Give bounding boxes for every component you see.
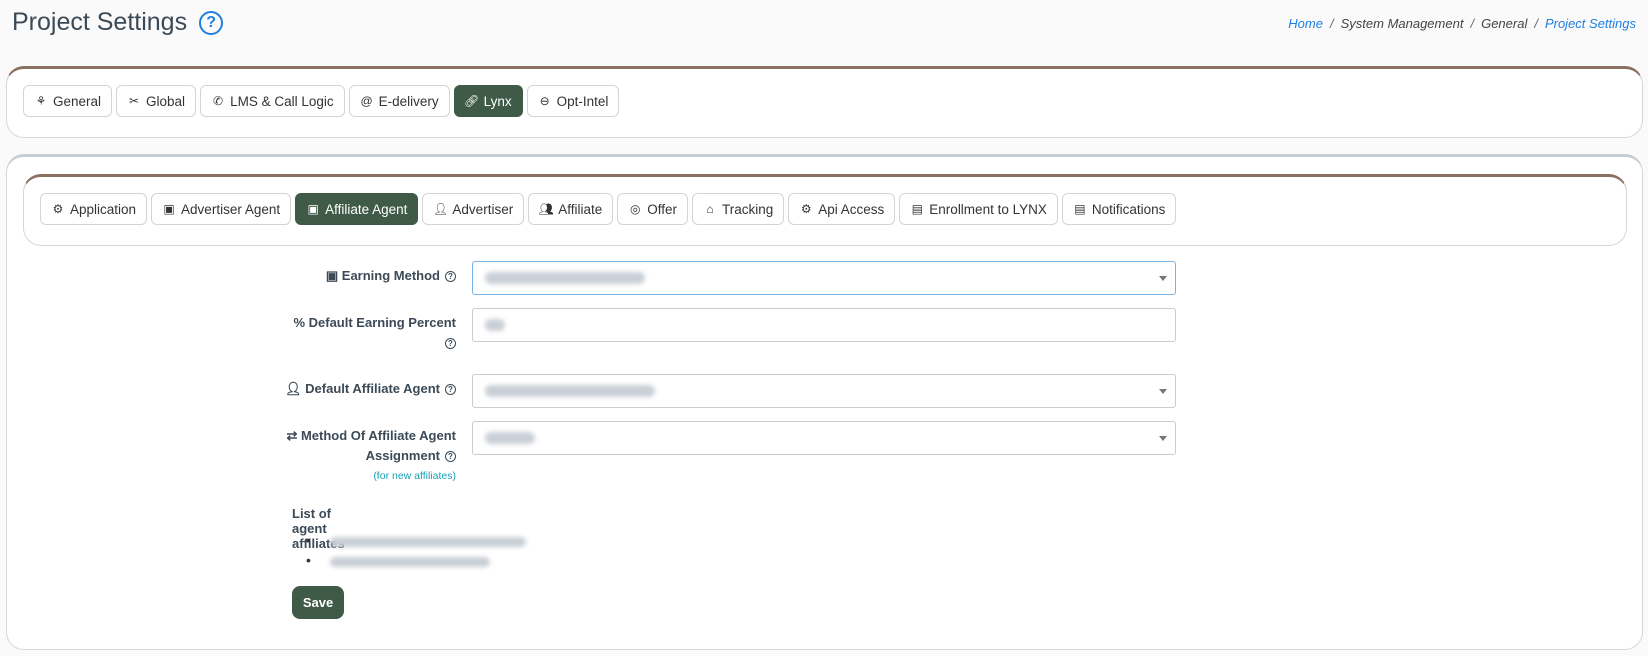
tab-lms-call-logic[interactable]: ✆ LMS & Call Logic bbox=[200, 85, 345, 117]
document-icon: ▤ bbox=[911, 202, 923, 216]
chevron-down-icon bbox=[1159, 436, 1167, 441]
tools-icon: ✂ bbox=[129, 94, 140, 108]
default-earning-percent-input[interactable] bbox=[472, 308, 1176, 342]
help-icon[interactable]: ? bbox=[445, 384, 456, 396]
tab-notifications[interactable]: ▤ Notifications bbox=[1061, 193, 1177, 225]
breadcrumb-general[interactable]: General bbox=[1481, 16, 1527, 31]
phone-icon: ✆ bbox=[213, 94, 224, 108]
money-icon: ▣ bbox=[307, 202, 319, 216]
breadcrumb-system-management[interactable]: System Management bbox=[1341, 16, 1464, 31]
tab-global[interactable]: ✂ Global bbox=[116, 85, 197, 117]
tab-advertiser[interactable]: 👤︎ Advertiser bbox=[422, 193, 525, 225]
tab-tracking[interactable]: ⌂ Tracking bbox=[692, 193, 785, 225]
page-header: Project Settings ? Home / System Managem… bbox=[0, 0, 1648, 60]
tab-e-delivery[interactable]: @ E-delivery bbox=[348, 85, 450, 117]
method-assignment-note: (for new affiliates) bbox=[373, 470, 456, 482]
top-tabs: ⚘ General ✂ Global ✆ LMS & Call Logic @ … bbox=[23, 85, 620, 117]
default-earning-percent-label: % Default Earning Percent? bbox=[293, 315, 456, 350]
cluster-icon: ⚘ bbox=[35, 94, 47, 108]
default-affiliate-agent-select[interactable] bbox=[472, 374, 1176, 408]
gear-icon: ⚙ bbox=[52, 202, 64, 216]
help-circle-icon[interactable]: ? bbox=[199, 10, 224, 35]
globe-icon: ◎ bbox=[629, 202, 641, 216]
breadcrumb-project-settings: Project Settings bbox=[1544, 16, 1636, 31]
breadcrumb-separator: / bbox=[1534, 16, 1538, 31]
document-icon: ▤ bbox=[1074, 202, 1086, 216]
users-gear-icon: 👥︎ bbox=[538, 202, 554, 216]
link-icon: 🔗︎ bbox=[464, 94, 480, 108]
gear-icon: ⚙ bbox=[800, 202, 812, 216]
help-icon[interactable]: ? bbox=[445, 451, 456, 463]
chevron-down-icon bbox=[1159, 389, 1167, 394]
breadcrumb-home[interactable]: Home bbox=[1288, 16, 1323, 31]
tab-affiliate[interactable]: 👥︎ Affiliate bbox=[528, 193, 614, 225]
agent-icon: 👤︎ bbox=[285, 381, 302, 396]
at-icon: @ bbox=[360, 94, 373, 108]
save-button[interactable]: Save bbox=[292, 586, 344, 619]
sub-tabs: ⚙ Application ▣ Advertiser Agent ▣ Affil… bbox=[40, 193, 1177, 225]
breadcrumb-separator: / bbox=[1329, 16, 1334, 31]
sub-tabs-card: ⚙ Application ▣ Advertiser Agent ▣ Affil… bbox=[23, 174, 1627, 246]
help-icon[interactable]: ? bbox=[445, 338, 456, 350]
tab-enrollment-to-lynx[interactable]: ▤ Enrollment to LYNX bbox=[899, 193, 1058, 225]
tab-api-access[interactable]: ⚙ Api Access bbox=[788, 193, 896, 225]
breadcrumb-separator: / bbox=[1470, 16, 1475, 31]
earning-method-label: ▣ Earning Method? bbox=[216, 266, 456, 286]
repeat-icon: ⇄ bbox=[286, 428, 298, 443]
chevron-down-icon bbox=[1159, 276, 1167, 281]
money-icon: ▣ bbox=[163, 202, 175, 216]
tab-offer[interactable]: ◎ Offer bbox=[617, 193, 688, 225]
top-tabs-card: ⚘ General ✂ Global ✆ LMS & Call Logic @ … bbox=[6, 66, 1643, 138]
user-tie-icon: 👤︎ bbox=[432, 202, 449, 216]
method-assignment-label: ⇄ Method Of Affiliate Agent Assignment? bbox=[286, 428, 456, 463]
money-icon: ▣ bbox=[325, 268, 339, 283]
tab-advertiser-agent[interactable]: ▣ Advertiser Agent bbox=[151, 193, 292, 225]
tab-opt-intel[interactable]: ⊖ Opt-Intel bbox=[526, 85, 620, 117]
tab-affiliate-agent[interactable]: ▣ Affiliate Agent bbox=[295, 193, 419, 225]
help-icon[interactable]: ? bbox=[445, 271, 456, 283]
minus-circle-icon: ⊖ bbox=[539, 94, 550, 108]
tag-icon: ⌂ bbox=[706, 202, 714, 216]
tab-general[interactable]: ⚘ General bbox=[23, 85, 113, 117]
percent-icon: % bbox=[293, 315, 305, 330]
page-title: Project Settings ? bbox=[12, 8, 224, 37]
default-affiliate-agent-label: 👤︎ Default Affiliate Agent? bbox=[216, 379, 456, 399]
breadcrumb: Home / System Management / General / Pro… bbox=[1288, 16, 1636, 31]
tab-lynx[interactable]: 🔗︎ Lynx bbox=[453, 85, 523, 117]
method-assignment-select[interactable] bbox=[472, 421, 1176, 455]
tab-application[interactable]: ⚙ Application bbox=[40, 193, 148, 225]
earning-method-select[interactable] bbox=[472, 261, 1176, 295]
